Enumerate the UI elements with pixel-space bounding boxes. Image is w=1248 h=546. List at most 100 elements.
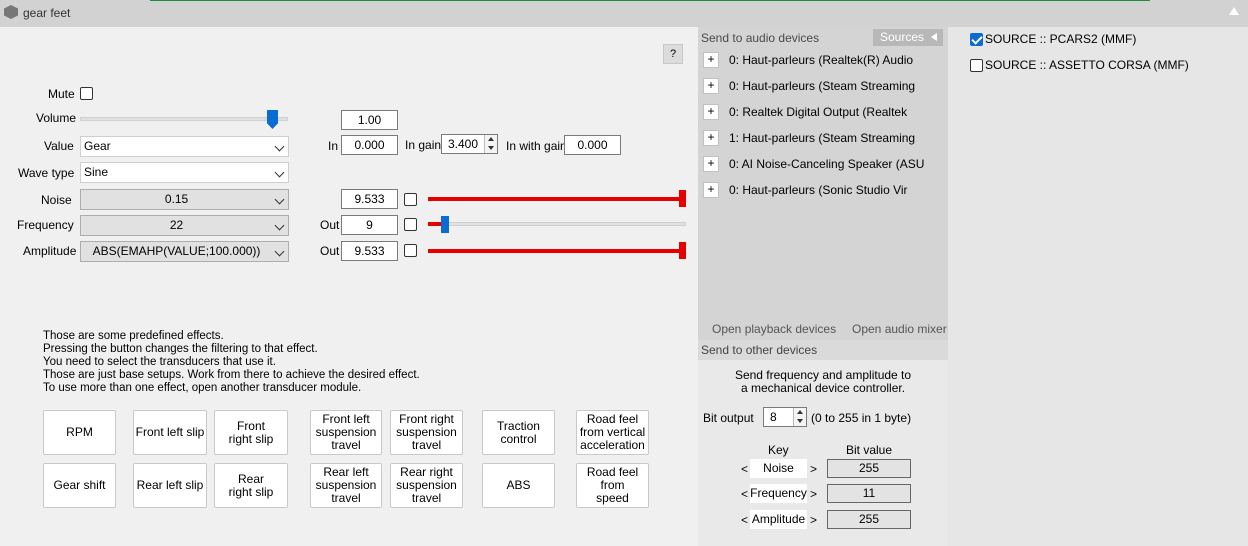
in-gain-stepper[interactable]: 3.400 bbox=[441, 134, 498, 154]
wave-type-select-text: Sine bbox=[84, 165, 109, 179]
value-select[interactable]: Gear bbox=[80, 136, 289, 157]
key-prev-icon[interactable]: < bbox=[741, 462, 748, 476]
amplitude-label: Amplitude bbox=[23, 244, 77, 258]
volume-value[interactable]: 1.00 bbox=[341, 110, 398, 130]
audio-device-item[interactable]: 0: Realtek Digital Output (Realtek bbox=[729, 105, 907, 119]
other-devices-header: Send to other devices bbox=[698, 340, 948, 360]
front-right-suspension-button[interactable]: Front right suspension travel bbox=[390, 410, 463, 455]
amplitude-checkbox[interactable] bbox=[404, 244, 417, 257]
frequency-select[interactable]: 22 bbox=[80, 215, 289, 236]
source-label-assetto-corsa: SOURCE :: ASSETTO CORSA (MMF) bbox=[985, 58, 1189, 72]
frequency-select-text: 22 bbox=[169, 218, 184, 232]
open-playback-devices-link[interactable]: Open playback devices bbox=[712, 322, 836, 336]
audio-device-item[interactable]: 0: Haut-parleurs (Steam Streaming bbox=[729, 79, 915, 93]
mute-checkbox[interactable] bbox=[80, 87, 93, 100]
chevron-down-icon bbox=[274, 194, 285, 205]
key-noise[interactable]: Noise bbox=[750, 459, 807, 478]
bit-value-column-header: Bit value bbox=[846, 443, 893, 457]
front-right-slip-button[interactable]: Front right slip bbox=[214, 410, 288, 455]
audio-device-item[interactable]: 1: Haut-parleurs (Steam Streaming bbox=[729, 131, 915, 145]
frequency-label: Frequency bbox=[17, 218, 74, 232]
frequency-level-bar bbox=[428, 222, 441, 226]
spin-arrows-icon[interactable] bbox=[484, 135, 497, 153]
sources-tab-label: Sources bbox=[880, 30, 925, 44]
noise-level-end bbox=[679, 190, 686, 207]
help-button[interactable]: ? bbox=[663, 44, 683, 64]
audio-device-item[interactable]: 0: Haut-parleurs (Sonic Studio Vir bbox=[729, 183, 908, 197]
frequency-out-value[interactable]: 9 bbox=[341, 215, 398, 235]
audio-device-item[interactable]: 0: Haut-parleurs (Realtek(R) Audio bbox=[729, 53, 913, 67]
in-gain-label: In gain bbox=[405, 138, 442, 152]
title-accent-line bbox=[150, 0, 1150, 1]
spin-arrows-icon[interactable] bbox=[793, 408, 806, 426]
add-device-button[interactable]: + bbox=[703, 78, 719, 94]
gear-shift-effect-button[interactable]: Gear shift bbox=[43, 463, 116, 508]
amplitude-level-bar bbox=[428, 249, 686, 253]
noise-select[interactable]: 0.15 bbox=[80, 189, 289, 210]
other-info-line-1: Send frequency and amplitude to bbox=[734, 368, 912, 382]
amplitude-select[interactable]: ABS(EMAHP(VALUE;100.000)) bbox=[80, 241, 289, 262]
front-left-suspension-button[interactable]: Front left suspension travel bbox=[310, 410, 382, 455]
rear-left-suspension-button[interactable]: Rear left suspension travel bbox=[310, 463, 382, 508]
in-value-field[interactable]: 0.000 bbox=[341, 135, 398, 155]
collapse-left-icon bbox=[931, 33, 937, 41]
amplitude-out-label: Out bbox=[320, 244, 340, 258]
value-select-text: Gear bbox=[84, 139, 111, 153]
frequency-out-label: Out bbox=[320, 218, 340, 232]
in-with-gain-label: In with gain bbox=[506, 139, 567, 153]
chevron-down-icon bbox=[274, 167, 285, 178]
noise-checkbox[interactable] bbox=[404, 193, 417, 206]
bit-value-frequency: 11 bbox=[827, 484, 911, 503]
mute-label: Mute bbox=[48, 87, 75, 101]
collapse-icon[interactable] bbox=[1229, 7, 1239, 15]
volume-label: Volume bbox=[36, 111, 77, 125]
noise-label: Noise bbox=[41, 193, 72, 207]
amplitude-select-text: ABS(EMAHP(VALUE;100.000)) bbox=[92, 244, 261, 258]
add-device-button[interactable]: + bbox=[703, 130, 719, 146]
audio-device-item[interactable]: 0: AI Noise-Canceling Speaker (ASU bbox=[729, 157, 924, 171]
key-column-header: Key bbox=[768, 443, 789, 457]
bit-value-amplitude: 255 bbox=[827, 510, 911, 529]
front-left-slip-button[interactable]: Front left slip bbox=[133, 410, 207, 455]
rear-right-slip-button[interactable]: Rear right slip bbox=[214, 463, 288, 508]
add-device-button[interactable]: + bbox=[703, 182, 719, 198]
add-device-button[interactable]: + bbox=[703, 52, 719, 68]
in-label: In bbox=[328, 139, 339, 153]
wave-type-label: Wave type bbox=[18, 166, 75, 180]
add-device-button[interactable]: + bbox=[703, 104, 719, 120]
road-feel-vertical-button[interactable]: Road feel from vertical acceleration bbox=[576, 410, 649, 455]
traction-control-button[interactable]: Traction control bbox=[482, 410, 555, 455]
window-title: gear feet bbox=[23, 6, 71, 20]
source-label-pcars2: SOURCE :: PCARS2 (MMF) bbox=[985, 32, 1137, 46]
wave-type-select[interactable]: Sine bbox=[80, 162, 289, 183]
sources-tab[interactable]: Sources bbox=[873, 29, 943, 46]
rear-right-suspension-button[interactable]: Rear right suspension travel bbox=[390, 463, 463, 508]
amplitude-out-value[interactable]: 9.533 bbox=[341, 241, 398, 261]
value-label: Value bbox=[44, 139, 74, 153]
effects-description: Those are some predefined effects. Press… bbox=[43, 330, 420, 394]
key-prev-icon[interactable]: < bbox=[741, 513, 748, 527]
chevron-down-icon bbox=[274, 220, 285, 231]
open-audio-mixer-link[interactable]: Open audio mixer bbox=[852, 322, 947, 336]
key-next-icon[interactable]: > bbox=[810, 513, 817, 527]
source-checkbox-assetto-corsa[interactable] bbox=[970, 59, 983, 72]
key-frequency[interactable]: Frequency bbox=[750, 484, 807, 503]
volume-slider-track[interactable] bbox=[80, 117, 288, 121]
frequency-checkbox[interactable] bbox=[404, 218, 417, 231]
add-device-button[interactable]: + bbox=[703, 156, 719, 172]
source-checkbox-pcars2[interactable] bbox=[970, 33, 983, 46]
road-feel-speed-button[interactable]: Road feel from speed bbox=[576, 463, 649, 508]
key-next-icon[interactable]: > bbox=[810, 487, 817, 501]
bit-output-value: 8 bbox=[770, 410, 777, 424]
key-amplitude[interactable]: Amplitude bbox=[750, 510, 807, 529]
rpm-effect-button[interactable]: RPM bbox=[43, 410, 116, 455]
bit-output-label: Bit output bbox=[703, 411, 754, 425]
key-prev-icon[interactable]: < bbox=[741, 487, 748, 501]
noise-value[interactable]: 9.533 bbox=[341, 189, 398, 209]
rear-left-slip-button[interactable]: Rear left slip bbox=[133, 463, 207, 508]
bit-output-stepper[interactable]: 8 bbox=[763, 407, 807, 427]
abs-effect-button[interactable]: ABS bbox=[482, 463, 555, 508]
bit-value-noise: 255 bbox=[827, 459, 911, 478]
key-next-icon[interactable]: > bbox=[810, 462, 817, 476]
in-with-gain-value[interactable]: 0.000 bbox=[564, 135, 621, 155]
